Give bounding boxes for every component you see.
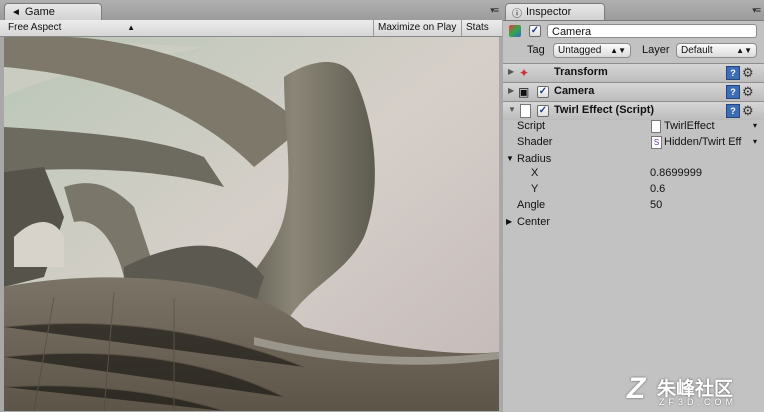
- aspect-dropdown-arrow-icon: ▲: [127, 23, 135, 32]
- inspector-panel: ⓘ Inspector ▾≡ ✓ Camera Tag Untagged ▲▼ …: [503, 0, 764, 412]
- camera-header[interactable]: ▶ ▣ ✓ Camera ? ⚙: [503, 82, 764, 101]
- angle-label: Angle: [517, 199, 546, 211]
- camera-foldout-icon[interactable]: ▶: [508, 86, 514, 95]
- camera-gear-icon[interactable]: ⚙: [742, 84, 754, 100]
- watermark-domain: ZF3D.COM: [659, 397, 737, 407]
- tag-dropdown-arrow-icon: ▲▼: [610, 46, 626, 55]
- aspect-dropdown[interactable]: Free Aspect ▲: [4, 20, 138, 36]
- radius-y-row: Y 0.6: [503, 181, 764, 197]
- script-value-icon: [651, 120, 661, 133]
- twirl-title: Twirl Effect (Script): [554, 104, 655, 116]
- shader-label: Shader: [517, 136, 553, 148]
- inspector-icon: ⓘ: [512, 8, 522, 20]
- inspector-panel-menu-icon[interactable]: ▾≡: [752, 5, 761, 16]
- game-toolbar: Free Aspect ▲ Maximize on Play Stats: [0, 20, 502, 37]
- layer-label: Layer: [642, 44, 670, 56]
- tab-game[interactable]: ◄ Game: [4, 3, 102, 20]
- game-viewport[interactable]: [4, 37, 499, 411]
- script-value[interactable]: TwirlEffect: [664, 118, 715, 134]
- angle-value[interactable]: 50: [650, 197, 662, 213]
- layer-dropdown-arrow-icon: ▲▼: [736, 46, 752, 55]
- maximize-on-play-label: Maximize on Play: [378, 22, 457, 33]
- tab-inspector-label: Inspector: [526, 6, 572, 18]
- transform-icon: ✦: [519, 66, 530, 80]
- radius-x-row: X 0.8699999: [503, 165, 764, 181]
- center-row[interactable]: ▶ Center: [503, 214, 764, 230]
- stats-button[interactable]: Stats: [461, 20, 494, 36]
- angle-row: Angle 50: [503, 197, 764, 213]
- panel-menu-icon[interactable]: ▾≡: [490, 5, 499, 16]
- radius-x-label: X: [531, 167, 539, 179]
- tag-label: Tag: [527, 44, 545, 56]
- transform-help-icon[interactable]: ?: [726, 66, 740, 80]
- game-tabbar: ◄ Game ▾≡: [0, 0, 502, 21]
- transform-header[interactable]: ▶ ✦ Transform ? ⚙: [503, 63, 764, 82]
- layer-dropdown-value: Default: [681, 45, 713, 56]
- maximize-on-play-button[interactable]: Maximize on Play: [373, 20, 461, 36]
- transform-gear-icon[interactable]: ⚙: [742, 65, 754, 81]
- radius-y-value[interactable]: 0.6: [650, 181, 665, 197]
- shader-value[interactable]: Hidden/Twirt Eff: [664, 134, 752, 150]
- center-foldout-icon[interactable]: ▶: [506, 214, 512, 230]
- radius-x-value[interactable]: 0.8699999: [650, 165, 702, 181]
- object-header: ✓ Camera: [503, 23, 764, 39]
- transform-title: Transform: [554, 66, 608, 78]
- camera-icon: ▣: [518, 85, 530, 99]
- tag-layer-row: Tag Untagged ▲▼ Layer Default ▲▼: [503, 42, 764, 58]
- object-active-checkbox[interactable]: ✓: [529, 25, 541, 37]
- tab-inspector[interactable]: ⓘ Inspector: [505, 3, 605, 20]
- stats-label: Stats: [466, 22, 489, 33]
- tag-dropdown[interactable]: Untagged ▲▼: [553, 43, 631, 58]
- twirl-help-icon[interactable]: ?: [726, 104, 740, 118]
- camera-enabled-checkbox[interactable]: ✓: [537, 86, 549, 98]
- gameobject-icon: [509, 25, 521, 37]
- shader-dropdown-arrow-icon[interactable]: ▾: [753, 134, 757, 150]
- shader-row: Shader S Hidden/Twirt Eff ▾: [503, 134, 764, 150]
- script-file-icon: [520, 104, 531, 118]
- watermark: Z 朱峰社区 ZF3D.COM: [627, 370, 762, 410]
- tab-game-label: Game: [24, 6, 55, 18]
- script-row: Script TwirlEffect ▾: [503, 118, 764, 134]
- watermark-logo-icon: Z: [627, 372, 646, 405]
- tag-dropdown-value: Untagged: [558, 45, 602, 56]
- radius-y-label: Y: [531, 183, 539, 195]
- aspect-dropdown-label: Free Aspect: [8, 22, 62, 33]
- camera-help-icon[interactable]: ?: [726, 85, 740, 99]
- inspector-tabbar: ⓘ Inspector ▾≡: [503, 0, 764, 21]
- transform-foldout-icon[interactable]: ▶: [508, 67, 514, 76]
- script-label: Script: [517, 120, 546, 132]
- shader-icon: S: [651, 136, 662, 149]
- script-dropdown-arrow-icon[interactable]: ▾: [753, 118, 757, 134]
- twirl-enabled-checkbox[interactable]: ✓: [537, 105, 549, 117]
- object-name-field[interactable]: Camera: [547, 24, 757, 38]
- twirl-foldout-icon[interactable]: ▼: [508, 105, 516, 114]
- game-icon: ◄: [11, 6, 21, 18]
- scene-render: [4, 37, 499, 411]
- game-panel: ◄ Game ▾≡ Free Aspect ▲ Maximize on Play…: [0, 0, 502, 412]
- camera-title: Camera: [554, 85, 595, 97]
- layer-dropdown[interactable]: Default ▲▼: [676, 43, 757, 58]
- twirl-gear-icon[interactable]: ⚙: [742, 103, 754, 119]
- center-label: Center: [517, 216, 551, 228]
